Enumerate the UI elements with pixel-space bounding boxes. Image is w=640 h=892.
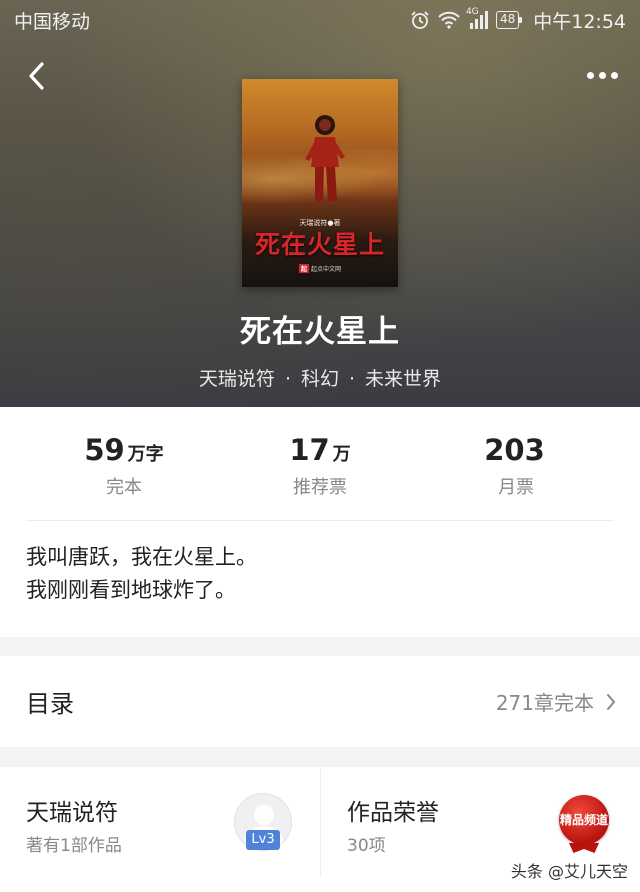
carrier-name: 中国移动	[14, 10, 91, 33]
catalog-title: 目录	[26, 690, 74, 718]
watermark: 头条 @艾儿天空	[510, 862, 628, 881]
honor-title: 作品荣誉	[347, 800, 439, 826]
stat-label: 推荐票	[293, 477, 347, 498]
catalog-row[interactable]: 目录 271章完本	[0, 656, 640, 747]
book-cover[interactable]: 天瑞说符●著 死在火星上 起起点中文网	[242, 79, 398, 287]
stat-unit: 万字	[127, 444, 164, 465]
honor-count: 30项	[347, 836, 386, 856]
stat-value: 59	[84, 433, 125, 467]
subcategory-link[interactable]: 未来世界	[365, 368, 441, 390]
separator: ·	[284, 368, 291, 390]
stat-label: 月票	[498, 477, 534, 498]
synopsis-line: 我刚刚看到地球炸了。	[26, 578, 236, 602]
category-link[interactable]: 科幻	[301, 368, 339, 390]
stat-word-count: 59 万字 完本	[24, 433, 224, 499]
book-meta: 天瑞说符 · 科幻 · 未来世界	[0, 364, 640, 391]
network-type: 4G	[465, 7, 479, 17]
clock: 中午12:54	[533, 10, 626, 33]
synopsis[interactable]: 我叫唐跃，我在火星上。 我刚刚看到地球炸了。	[26, 541, 616, 607]
status-bar: 中国移动 4G 48 中午12:54	[0, 0, 640, 40]
chevron-left-icon	[29, 62, 44, 90]
honor-badge-icon: 精品频道	[559, 795, 609, 845]
stat-unit: 万	[332, 444, 351, 465]
more-dot-icon	[610, 71, 618, 79]
more-options-button[interactable]	[580, 60, 624, 90]
author-card[interactable]: 天瑞说符 著有1部作品 Lv3	[0, 767, 320, 877]
alarm-icon	[410, 10, 430, 30]
book-header: 中国移动 4G 48 中午12:54 天瑞说符●著 死在火星上 起 起点中文网 …	[0, 0, 640, 407]
separator: ·	[349, 368, 356, 390]
stat-value: 203	[484, 433, 545, 467]
catalog-status: 271章完本	[495, 691, 594, 715]
signal-icon: 4G	[466, 7, 488, 29]
author-works: 著有1部作品	[26, 836, 122, 856]
wifi-icon	[438, 11, 460, 29]
publisher-logo-icon: 起	[298, 264, 309, 273]
author-level-badge: Lv3	[246, 830, 280, 850]
back-button[interactable]	[20, 58, 52, 94]
publisher-name: 起点中文网	[311, 266, 342, 273]
stat-value: 17	[289, 433, 330, 467]
stat-label: 完本	[106, 477, 142, 498]
divider	[26, 520, 614, 521]
author-name: 天瑞说符	[26, 800, 118, 826]
cover-publisher: 起起点中文网	[242, 264, 398, 273]
chevron-right-icon	[607, 693, 615, 710]
author-link[interactable]: 天瑞说符	[199, 368, 275, 390]
stat-recommend-votes[interactable]: 17 万 推荐票	[220, 433, 420, 499]
synopsis-line: 我叫唐跃，我在火星上。	[26, 545, 257, 569]
cover-title: 死在火星上	[254, 230, 385, 259]
stat-monthly-votes[interactable]: 203 月票	[416, 433, 616, 499]
astronaut-illustration	[305, 115, 345, 201]
battery-icon: 48	[495, 11, 523, 29]
book-title: 死在火星上	[240, 314, 400, 350]
book-info-panel: 59 万字 完本 17 万 推荐票 203 月票 我叫唐跃，我在火星上。 我刚刚看到…	[0, 407, 640, 637]
more-dot-icon	[586, 71, 594, 79]
more-dot-icon	[598, 71, 606, 79]
